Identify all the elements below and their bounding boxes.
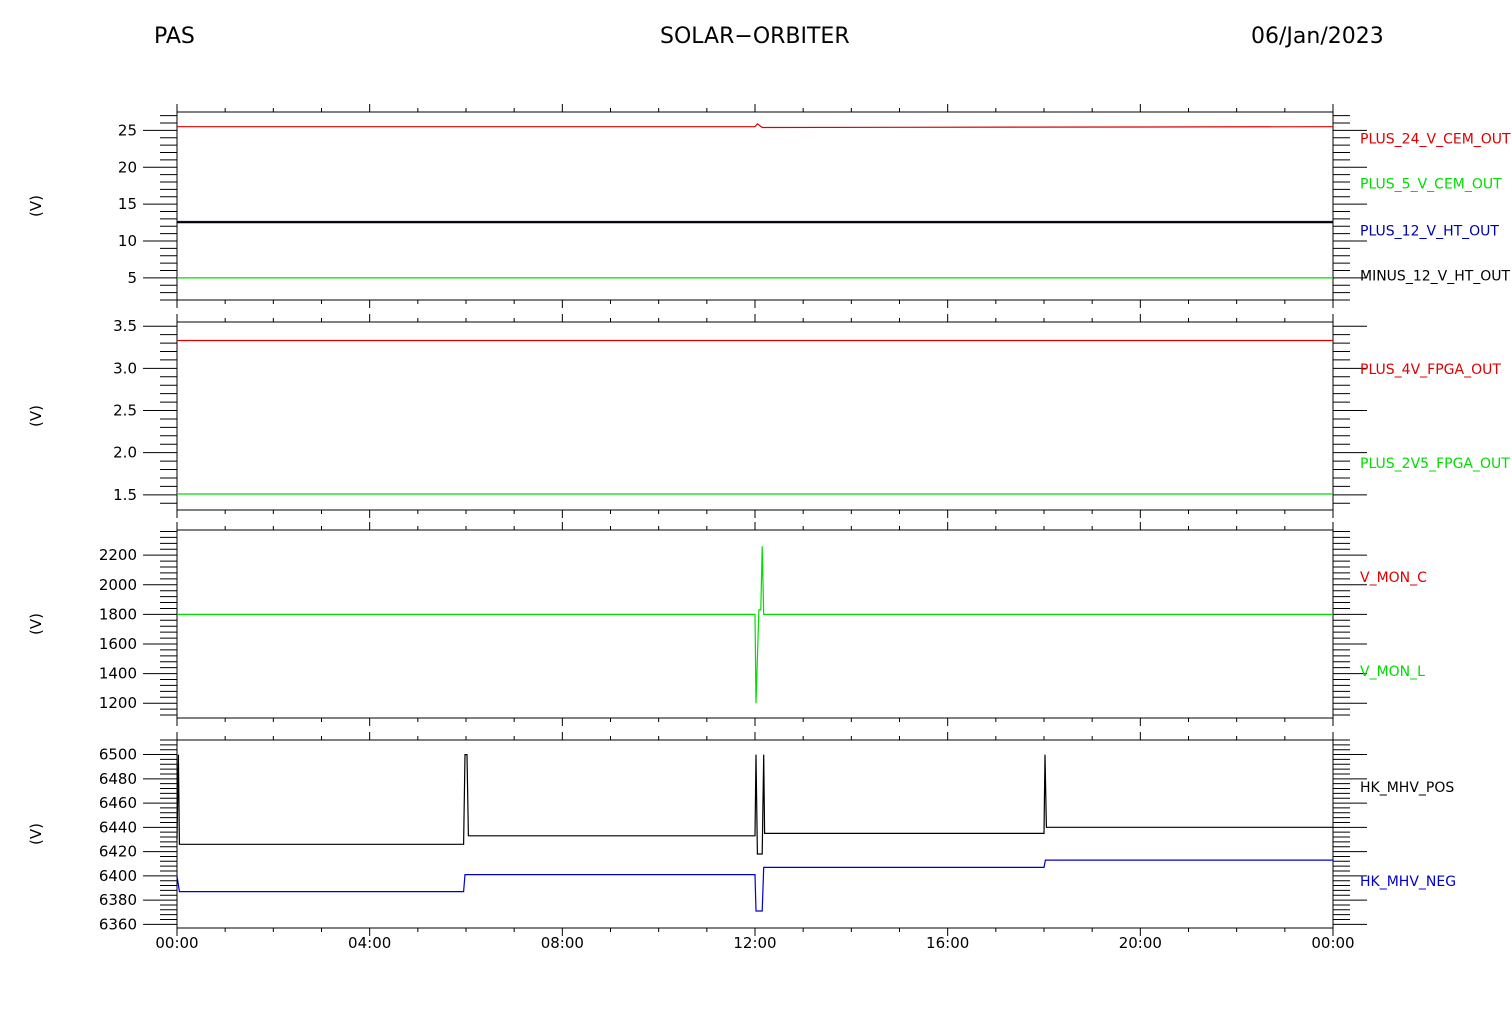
y-tick-label: 1400 xyxy=(99,665,137,683)
y-tick-label: 6460 xyxy=(99,794,137,812)
y-tick-label: 20 xyxy=(118,158,137,176)
y-axis-label: (V) xyxy=(27,195,45,217)
y-tick-label: 6360 xyxy=(99,915,137,933)
legend-entry: V_MON_L xyxy=(1360,664,1425,680)
panel-frame xyxy=(176,111,1334,301)
x-tick-label: 00:00 xyxy=(1311,934,1354,952)
y-axis-label: (V) xyxy=(27,405,45,427)
series-line xyxy=(177,546,1333,704)
legend-entry: HK_MHV_POS xyxy=(1360,780,1454,796)
y-tick-label: 1600 xyxy=(99,635,137,653)
series-line xyxy=(177,122,1334,129)
y-axis-label: (V) xyxy=(27,823,45,845)
y-tick-label: 6480 xyxy=(99,770,137,788)
legend-entry: V_MON_C xyxy=(1360,570,1427,586)
y-tick-label: 2.5 xyxy=(113,402,137,420)
legend-entry: PLUS_24_V_CEM_OUT xyxy=(1360,131,1511,147)
y-axis-label: (V) xyxy=(27,613,45,635)
y-tick-label: 5 xyxy=(127,269,137,287)
y-tick-label: 15 xyxy=(118,195,137,213)
y-tick-label: 6400 xyxy=(99,867,137,885)
legend-entry: PLUS_2V5_FPGA_OUT xyxy=(1360,456,1510,472)
x-tick-label: 16:00 xyxy=(926,934,969,952)
y-tick-label: 10 xyxy=(118,232,137,250)
y-tick-label: 25 xyxy=(118,121,137,139)
legend-entry: MINUS_12_V_HT_OUT xyxy=(1360,269,1511,285)
x-tick-label: 00:00 xyxy=(155,934,198,952)
panel-frame xyxy=(176,321,1334,511)
y-tick-label: 1.5 xyxy=(113,486,137,504)
housekeeping-voltage-plots: 5 10 15 20 25 (V) PLUS_24_V_CEM_OUT PLUS_5_V_CE… xyxy=(27,104,1511,952)
y-tick-label: 6500 xyxy=(99,746,137,764)
y-tick-label: 3.5 xyxy=(113,317,137,335)
y-tick-label: 6420 xyxy=(99,843,137,861)
y-tick-label: 2200 xyxy=(99,546,137,564)
series-line xyxy=(176,753,1333,855)
legend-entry: PLUS_4V_FPGA_OUT xyxy=(1360,362,1501,378)
x-tick-label: 08:00 xyxy=(541,934,584,952)
x-tick-label: 12:00 xyxy=(733,934,776,952)
y-tick-label: 3.0 xyxy=(113,359,137,377)
y-tick-label: 2.0 xyxy=(113,444,137,462)
legend-entry: HK_MHV_NEG xyxy=(1360,874,1456,890)
series-line xyxy=(176,859,1333,912)
y-tick-label: 1800 xyxy=(99,605,137,623)
y-tick-label: 1200 xyxy=(99,694,137,712)
y-tick-label: 6440 xyxy=(99,818,137,836)
y-tick-label: 6380 xyxy=(99,891,137,909)
y-tick-label: 2000 xyxy=(99,576,137,594)
x-tick-label: 20:00 xyxy=(1119,934,1162,952)
legend-entry: PLUS_12_V_HT_OUT xyxy=(1360,223,1499,239)
x-tick-label: 04:00 xyxy=(348,934,391,952)
legend-entry: PLUS_5_V_CEM_OUT xyxy=(1360,176,1502,192)
